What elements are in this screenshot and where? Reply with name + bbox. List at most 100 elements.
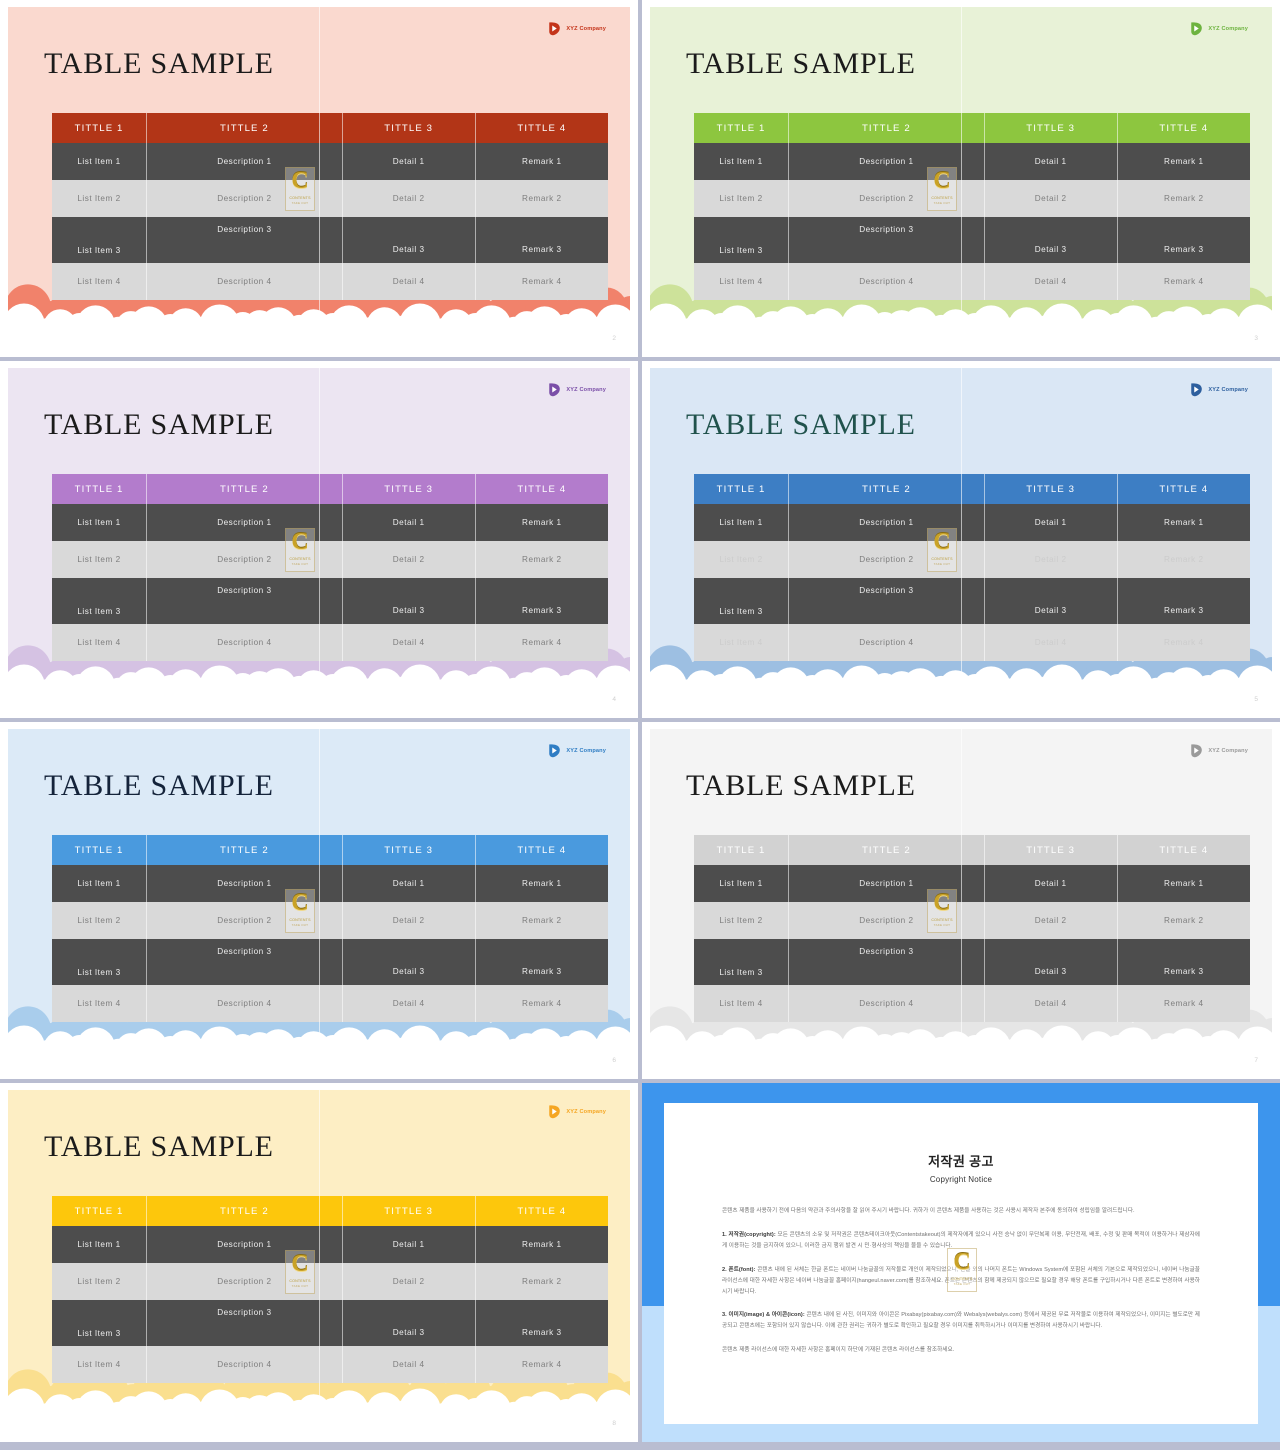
- table-row: List Item 2 Description 2 Detail 2 Remark 2: [52, 541, 608, 578]
- table-row: List Item 3 Description 3 Detail 3 Remark 3: [52, 217, 608, 263]
- table-cell: Detail 1: [342, 143, 476, 180]
- company-logo-icon: [1189, 21, 1204, 36]
- slide-green[interactable]: XYZ Company TABLE SAMPLE TITTLE 1 TITTLE 2T…: [642, 0, 1280, 357]
- slide-coral[interactable]: XYZ Company TABLE SAMPLE TITTLE 1 TITTLE 2T…: [0, 0, 638, 357]
- company-logo[interactable]: XYZ Company: [547, 1104, 606, 1119]
- table-cell: Remark 2: [1117, 180, 1250, 217]
- slide-canvas: XYZ Company TABLE SAMPLE TITTLE 1 TITTLE 2T…: [8, 1090, 630, 1435]
- slide-gray[interactable]: XYZ Company TABLE SAMPLE TITTLE 1 TITTLE 2T…: [642, 722, 1280, 1079]
- slide-canvas: XYZ Company TABLE SAMPLE TITTLE 1 TITTLE 2T…: [650, 7, 1272, 350]
- table-cell: Description 1: [146, 143, 343, 180]
- table-row: List Item 2 Description 2 Detail 2 Remark 2: [52, 180, 608, 217]
- watermark-guide-line: [319, 368, 320, 711]
- table-header-row: TITTLE 1 TITTLE 2 TITTLE 3 TITTLE 4: [52, 835, 608, 865]
- page-number: 7: [1254, 1057, 1258, 1064]
- page-number: 5: [1254, 696, 1258, 703]
- company-logo[interactable]: XYZ Company: [1189, 743, 1248, 758]
- table-row: List Item 2 Description 2 Detail 2 Remark 2: [52, 1263, 608, 1300]
- table-cell: Remark 1: [1117, 865, 1250, 902]
- table-header-cell: TITTLE 2: [146, 1196, 343, 1226]
- table-cell: List Item 4: [694, 985, 790, 1022]
- table-header-cell: TITTLE 1: [694, 474, 790, 504]
- table-header-cell: TITTLE 2: [146, 113, 343, 143]
- table-cell: List Item 3: [52, 578, 148, 624]
- table-header-cell: TITTLE 4: [1117, 113, 1250, 143]
- table-cell: Detail 2: [342, 1263, 476, 1300]
- table-header-cell: TITTLE 3: [984, 113, 1118, 143]
- slide-skyblue[interactable]: XYZ Company TABLE SAMPLE TITTLE 1 TITTLE 2T…: [0, 722, 638, 1079]
- slide-copyright-notice[interactable]: 저작권 공고 Copyright Notice 콘텐츠 제품을 사용하기 전에 …: [642, 1083, 1280, 1442]
- table-row: List Item 1 Description 1 Detail 1 Remark 1: [52, 143, 608, 180]
- company-logo-icon: [547, 382, 562, 397]
- slide-title: TABLE SAMPLE: [44, 408, 274, 441]
- table-cell: Description 2: [788, 541, 985, 578]
- company-logo[interactable]: XYZ Company: [1189, 21, 1248, 36]
- table-cell: Detail 1: [342, 504, 476, 541]
- table-cell: List Item 3: [694, 217, 790, 263]
- table-header-cell: TITTLE 4: [475, 113, 608, 143]
- table-cell: List Item 4: [52, 1346, 148, 1383]
- table-header-row: TITTLE 1 TITTLE 2 TITTLE 3 TITTLE 4: [52, 474, 608, 504]
- table-cell: Remark 3: [1117, 217, 1250, 263]
- slide-canvas: XYZ Company TABLE SAMPLE TITTLE 1 TITTLE 2T…: [650, 729, 1272, 1072]
- table-cell: List Item 1: [52, 1226, 148, 1263]
- table-header-row: TITTLE 1 TITTLE 2 TITTLE 3 TITTLE 4: [694, 474, 1250, 504]
- table-cell: List Item 1: [52, 143, 148, 180]
- table-cell: Description 4: [788, 624, 985, 661]
- table-row: List Item 3 Description 3 Detail 3 Remark 3: [52, 578, 608, 624]
- slide-blue-teal[interactable]: XYZ Company TABLE SAMPLE TITTLE 1 TITTLE 2T…: [642, 361, 1280, 718]
- table-header-cell: TITTLE 4: [1117, 835, 1250, 865]
- table-cell: Detail 4: [342, 1346, 476, 1383]
- table-cell: Description 3: [146, 217, 343, 263]
- table-cell: Detail 3: [342, 939, 476, 985]
- sample-table: TITTLE 1 TITTLE 2 TITTLE 3 TITTLE 4 List Ite…: [52, 474, 608, 661]
- table-row: List Item 3 Description 3 Detail 3 Remark 3: [52, 939, 608, 985]
- slide-purple[interactable]: XYZ Company TABLE SAMPLE TITTLE 1 TITTLE 2T…: [0, 361, 638, 718]
- table-cell: Remark 3: [1117, 578, 1250, 624]
- table-row: List Item 1 Description 1 Detail 1 Remark 1: [52, 1226, 608, 1263]
- table-cell: Detail 3: [342, 1300, 476, 1346]
- table-cell: Detail 2: [984, 541, 1118, 578]
- company-logo-text: XYZ Company: [1208, 25, 1248, 32]
- table-cell: List Item 4: [52, 624, 148, 661]
- table-cell: List Item 2: [52, 1263, 148, 1300]
- table-cell: Detail 3: [984, 578, 1118, 624]
- table-cell: Remark 2: [475, 541, 608, 578]
- table-cell: Detail 2: [342, 541, 476, 578]
- company-logo-icon: [1189, 743, 1204, 758]
- company-logo[interactable]: XYZ Company: [547, 382, 606, 397]
- table-row: List Item 4 Description 4 Detail 4 Remark 4: [694, 985, 1250, 1022]
- table-cell: Description 1: [788, 865, 985, 902]
- company-logo[interactable]: XYZ Company: [1189, 382, 1248, 397]
- table-cell: Remark 1: [475, 865, 608, 902]
- table-cell: Description 4: [146, 263, 343, 300]
- table-cell: List Item 2: [694, 902, 790, 939]
- table-header-row: TITTLE 1 TITTLE 2 TITTLE 3 TITTLE 4: [52, 1196, 608, 1226]
- slide-deck: XYZ Company TABLE SAMPLE TITTLE 1 TITTLE 2T…: [0, 0, 1280, 1450]
- table-cell: Detail 3: [984, 939, 1118, 985]
- table-cell: Remark 4: [475, 985, 608, 1022]
- slide-yellow[interactable]: XYZ Company TABLE SAMPLE TITTLE 1 TITTLE 2T…: [0, 1083, 638, 1442]
- table-cell: Remark 3: [475, 939, 608, 985]
- table-cell: Remark 4: [1117, 985, 1250, 1022]
- table-cell: List Item 3: [52, 217, 148, 263]
- slide-title: TABLE SAMPLE: [44, 1130, 274, 1163]
- copyright-paragraph: 콘텐츠 제품을 사용하기 전에 다음의 약관과 주의사항을 잘 읽어 주시기 바…: [722, 1208, 1135, 1214]
- table-cell: List Item 1: [52, 504, 148, 541]
- slide-title: TABLE SAMPLE: [44, 47, 274, 80]
- table-cell: List Item 1: [694, 504, 790, 541]
- copyright-body: 콘텐츠 제품을 사용하기 전에 다음의 약관과 주의사항을 잘 읽어 주시기 바…: [722, 1206, 1200, 1356]
- company-logo-text: XYZ Company: [566, 25, 606, 32]
- table-cell: List Item 3: [52, 1300, 148, 1346]
- sample-table: TITTLE 1 TITTLE 2 TITTLE 3 TITTLE 4 List Ite…: [694, 113, 1250, 300]
- table-cell: Detail 2: [342, 902, 476, 939]
- table-cell: Remark 4: [475, 1346, 608, 1383]
- table-cell: List Item 4: [694, 263, 790, 300]
- company-logo[interactable]: XYZ Company: [547, 21, 606, 36]
- slide-canvas: XYZ Company TABLE SAMPLE TITTLE 1 TITTLE 2T…: [650, 368, 1272, 711]
- company-logo[interactable]: XYZ Company: [547, 743, 606, 758]
- table-cell: Detail 2: [984, 902, 1118, 939]
- table-cell: Remark 1: [475, 1226, 608, 1263]
- table-header-cell: TITTLE 1: [52, 835, 148, 865]
- sample-table: TITTLE 1 TITTLE 2 TITTLE 3 TITTLE 4 List Ite…: [52, 835, 608, 1022]
